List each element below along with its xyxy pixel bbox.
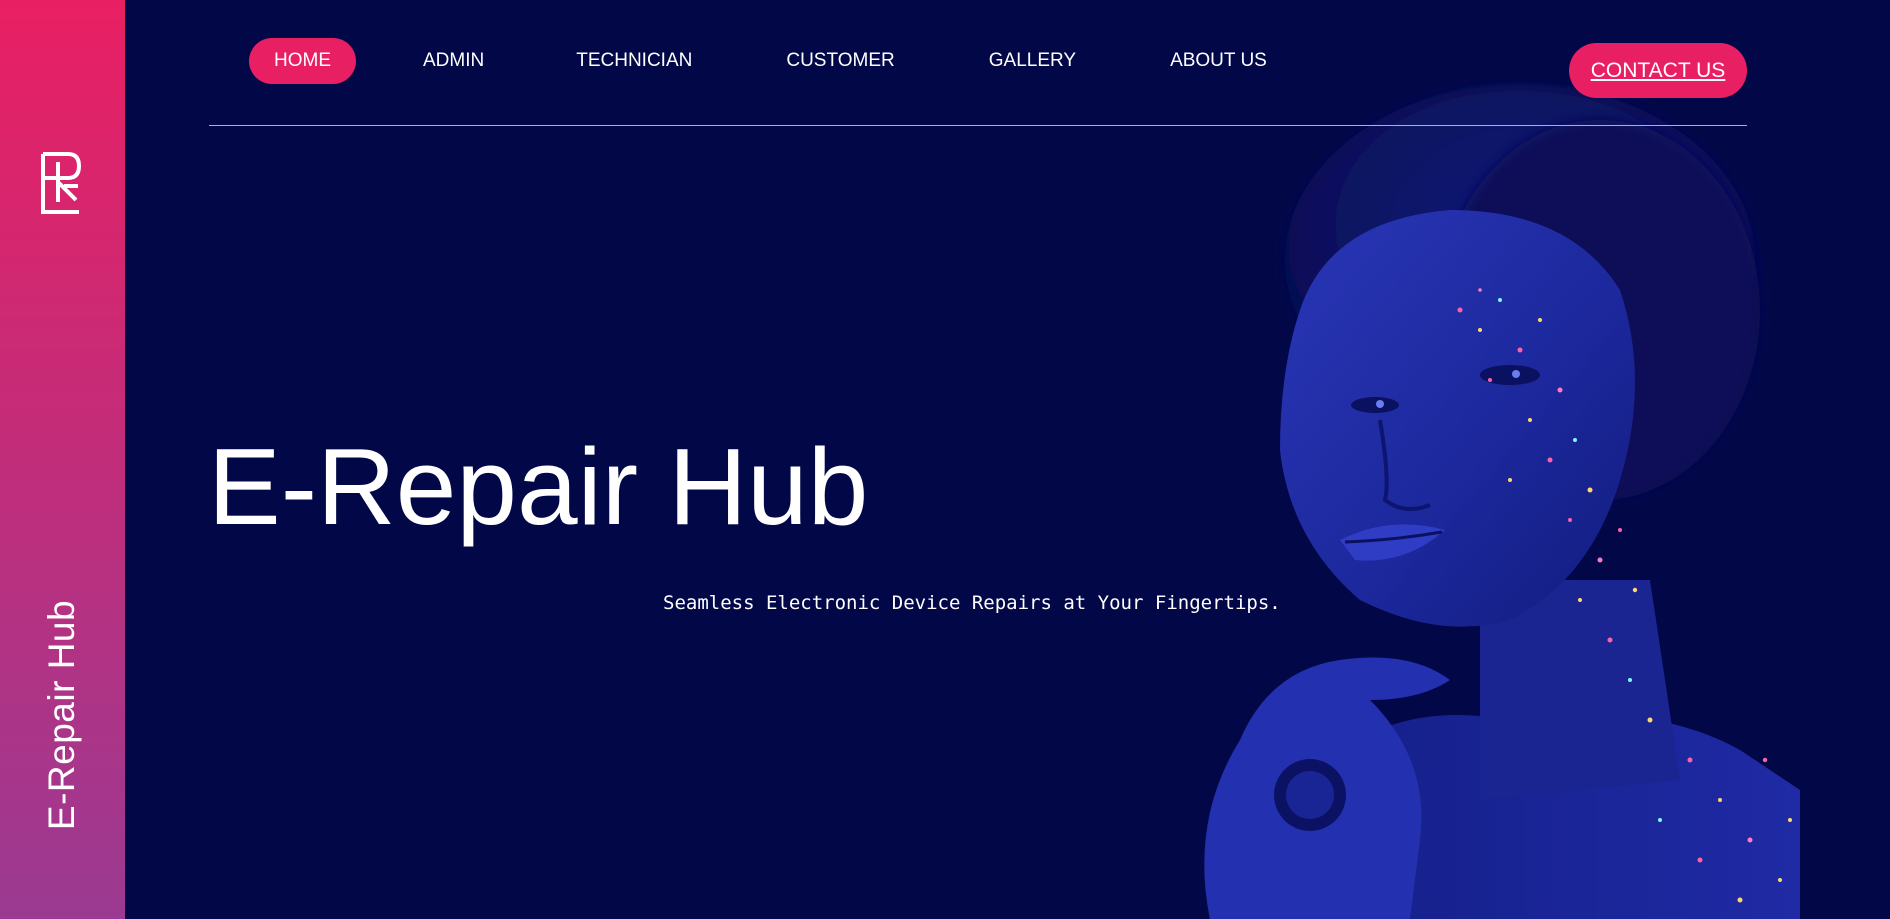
nav-item-home[interactable]: HOME bbox=[249, 38, 356, 84]
landing-page: E-Repair Hub HOME ADMIN TECHNICIAN CUSTO… bbox=[0, 0, 1890, 919]
hero-title: E-Repair Hub bbox=[208, 426, 869, 548]
nav-item-admin[interactable]: ADMIN bbox=[398, 38, 509, 84]
nav-item-gallery[interactable]: GALLERY bbox=[964, 38, 1101, 84]
hero-subtitle: Seamless Electronic Device Repairs at Yo… bbox=[663, 592, 1281, 614]
contact-us-button[interactable]: CONTACT US bbox=[1569, 43, 1747, 98]
nav-item-about-us[interactable]: ABOUT US bbox=[1145, 38, 1292, 84]
nav-item-technician[interactable]: TECHNICIAN bbox=[551, 38, 717, 84]
rh-monogram-logo-icon[interactable] bbox=[40, 152, 82, 214]
hero-portrait-image bbox=[1204, 85, 1800, 919]
nav-item-customer[interactable]: CUSTOMER bbox=[761, 38, 919, 84]
main-nav: HOME ADMIN TECHNICIAN CUSTOMER GALLERY A… bbox=[249, 38, 1336, 84]
left-sidebar: E-Repair Hub bbox=[0, 0, 125, 919]
header-divider bbox=[209, 125, 1747, 126]
sidebar-brand-text: E-Repair Hub bbox=[41, 599, 82, 831]
